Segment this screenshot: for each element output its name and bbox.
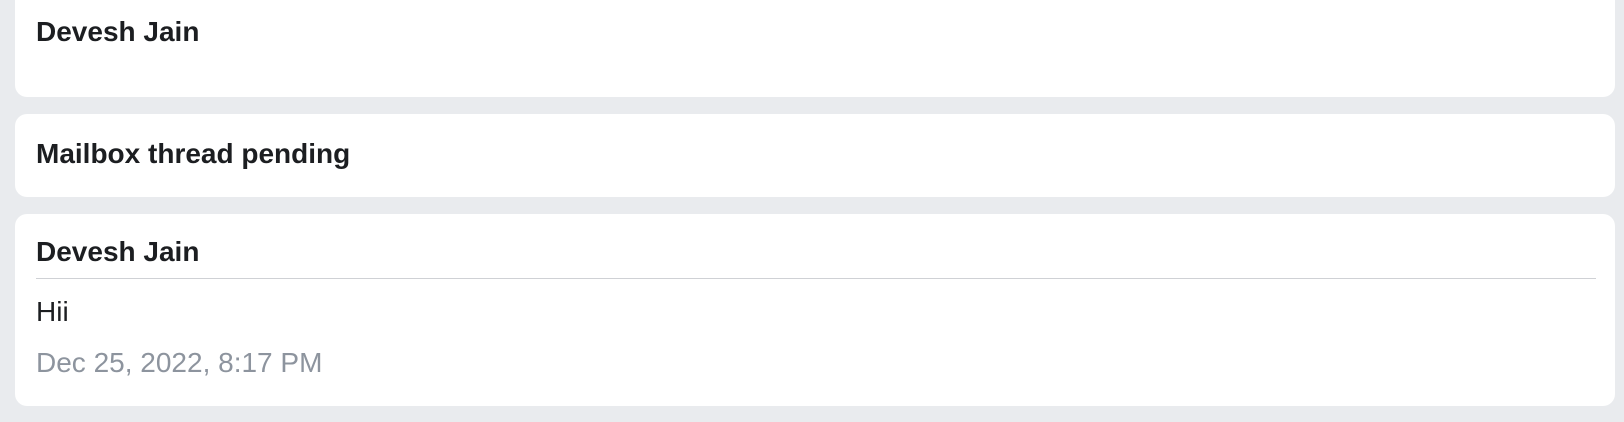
contact-name: Devesh Jain [36, 16, 200, 47]
message-text: Hii [36, 296, 69, 327]
thread-status-text: Mailbox thread pending [36, 138, 351, 169]
message-feed: Devesh Jain Mailbox thread pending Deves… [0, 0, 1624, 422]
contact-card[interactable]: Devesh Jain [15, 0, 1615, 97]
message-sender-name: Devesh Jain [36, 236, 200, 267]
message-divider [36, 278, 1596, 279]
message-card[interactable]: Devesh Jain Hii Dec 25, 2022, 8:17 PM [15, 214, 1615, 406]
message-timestamp: Dec 25, 2022, 8:17 PM [36, 347, 323, 378]
thread-status-card[interactable]: Mailbox thread pending [15, 114, 1615, 197]
